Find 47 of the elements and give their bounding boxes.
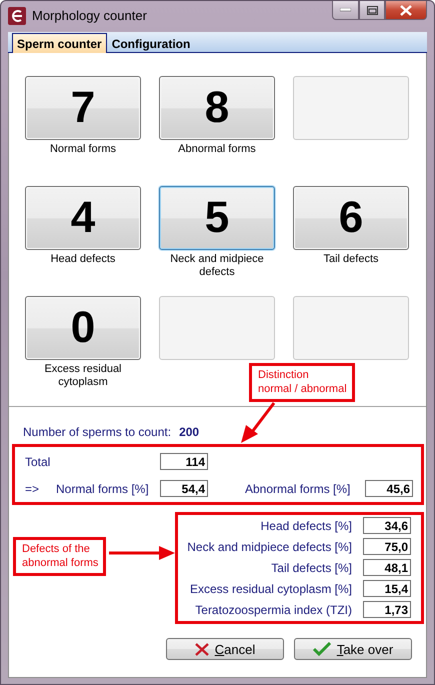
counter-label: Neck and midpiece defects (169, 253, 265, 279)
counter-label: Normal forms (48, 143, 117, 156)
counter-button[interactable]: 0 (25, 296, 141, 360)
total-label: Total (25, 454, 52, 468)
maximize-icon (366, 6, 378, 14)
cancel-button[interactable]: Cancel (166, 638, 284, 660)
maximize-button[interactable] (359, 1, 385, 20)
counter-label: Head defects (50, 253, 116, 266)
annotation-callout: Defects of the abnormal forms (13, 537, 106, 576)
abnormal-forms-label: Abnormal forms [%] (245, 482, 352, 496)
defect-field: 75,0 (363, 538, 411, 555)
minimize-icon (340, 8, 351, 12)
sperm-count-value: 200 (179, 425, 200, 439)
window-title: Morphology counter (32, 8, 147, 23)
counter-button[interactable]: 6 (293, 186, 409, 250)
tab[interactable]: Sperm counter (12, 33, 107, 53)
counter-button[interactable]: 7 (25, 76, 141, 140)
counter-button[interactable]: 4 (25, 186, 141, 250)
cross-icon (194, 642, 209, 656)
close-button[interactable] (385, 1, 427, 20)
normal-forms-label: Normal forms [%] (56, 482, 150, 496)
defect-label: Neck and midpiece defects [%] (186, 540, 352, 554)
normal-forms-field: 54,4 (160, 480, 208, 497)
minimize-button[interactable] (332, 1, 359, 20)
tab[interactable]: Configuration (106, 33, 196, 53)
counter-label: Abnormal forms (177, 143, 257, 156)
defect-field: 34,6 (363, 517, 411, 534)
counter-button[interactable]: 5 (159, 186, 275, 250)
defect-label: Excess residual cytoplasm [%] (188, 582, 352, 596)
arrow-label: => (25, 482, 40, 496)
total-field: 114 (160, 453, 208, 470)
defect-field: 1,73 (363, 601, 411, 618)
app-logo-icon (8, 7, 26, 25)
counter-label: Excess residual cytoplasm (43, 363, 123, 389)
abnormal-forms-field: 45,6 (365, 480, 413, 497)
defect-field: 15,4 (363, 580, 411, 597)
defect-label: Teratozoospermia index (TZI) (194, 602, 352, 616)
check-icon (312, 642, 331, 656)
counter-label: Tail defects (322, 253, 380, 266)
defect-field: 48,1 (363, 559, 411, 576)
defect-label: Tail defects [%] (270, 560, 352, 574)
close-icon (400, 4, 412, 16)
counter-button[interactable]: 8 (159, 76, 275, 140)
sperm-count-label: Number of sperms to count: (23, 425, 172, 439)
take-over-button[interactable]: Take over (294, 638, 412, 660)
annotation-callout: Distinction normal / abnormal (249, 363, 355, 402)
defect-label: Head defects [%] (260, 518, 352, 532)
